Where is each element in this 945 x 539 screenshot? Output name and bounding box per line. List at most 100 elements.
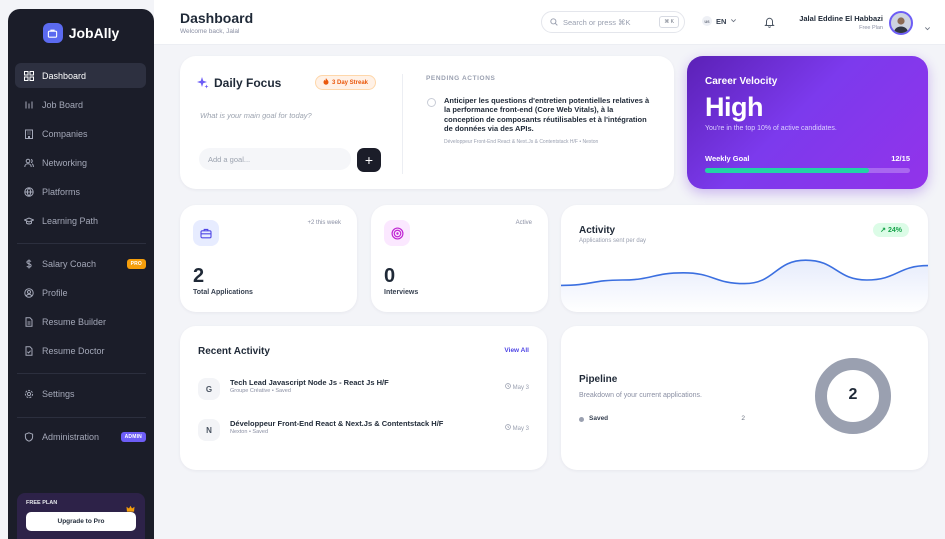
daily-focus-card: Daily Focus 3 Day Streak What is your ma… (180, 56, 674, 189)
sidebar-item-dashboard[interactable]: Dashboard (15, 63, 146, 88)
pending-action-checkbox[interactable] (427, 98, 436, 107)
add-goal-input[interactable] (199, 148, 351, 170)
chevron-down-icon (730, 17, 737, 26)
sidebar: JobAlly Dashboard Job Board Companies Ne… (8, 9, 154, 539)
job-date: May 3 (505, 424, 529, 432)
interviews-card[interactable]: Active 0 Interviews (371, 205, 548, 312)
document-check-icon (24, 345, 34, 356)
sidebar-item-label: Learning Path (42, 215, 99, 226)
bell-icon[interactable] (764, 15, 775, 33)
recent-activity-title: Recent Activity (198, 346, 270, 357)
job-meta: Nexton • Saved (230, 429, 269, 435)
total-applications-card[interactable]: +2 this week 2 Total Applications (180, 205, 357, 312)
search-input[interactable]: Search or press ⌘K ⌘ K (541, 11, 685, 33)
weekly-goal-label: Weekly Goal (705, 154, 750, 163)
sidebar-item-resume-doctor[interactable]: Resume Doctor (15, 338, 146, 363)
clock-icon (505, 424, 511, 432)
company-avatar: G (198, 378, 220, 400)
career-velocity-card: Career Velocity High You're in the top 1… (687, 56, 928, 189)
search-icon (550, 13, 558, 31)
sidebar-divider (17, 373, 146, 374)
pending-action-text: Anticiper les questions d'entretien pote… (444, 96, 650, 134)
applications-label: Total Applications (193, 289, 253, 296)
weekly-goal-progress-fill (705, 168, 869, 173)
users-icon (24, 158, 34, 168)
divider (402, 74, 403, 174)
pipeline-legend-item: Saved 2 (579, 415, 745, 425)
avatar[interactable] (889, 11, 913, 35)
chevron-down-icon[interactable] (924, 19, 931, 37)
sidebar-item-settings[interactable]: Settings (15, 381, 146, 406)
sidebar-item-platforms[interactable]: Platforms (15, 179, 146, 204)
applications-count: 2 (193, 265, 205, 287)
briefcase-icon (193, 220, 219, 246)
sidebar-item-label: Salary Coach (42, 258, 97, 269)
legend-label: Saved (589, 415, 609, 422)
building-icon (24, 129, 34, 139)
view-all-link[interactable]: View All (504, 347, 529, 354)
globe-icon (24, 186, 34, 197)
daily-focus-title: Daily Focus (214, 76, 282, 90)
language-label: EN (716, 16, 727, 26)
shield-icon (24, 431, 34, 442)
plan-label: FREE PLAN (26, 500, 58, 506)
language-selector[interactable]: us EN (702, 16, 737, 26)
sidebar-item-resume-builder[interactable]: Resume Builder (15, 309, 146, 334)
add-goal-button[interactable]: + (357, 148, 381, 172)
career-velocity-subtitle: You're in the top 10% of active candidat… (705, 125, 837, 132)
job-title: Tech Lead Javascript Node Js - React Js … (230, 378, 389, 387)
legend-dot (579, 417, 584, 422)
sidebar-item-administration[interactable]: Administration ADMIN (15, 424, 146, 449)
user-circle-icon (24, 287, 34, 298)
sidebar-item-label: Dashboard (42, 70, 87, 81)
legend-count: 2 (741, 415, 745, 422)
interviews-status-badge: Active (515, 220, 532, 226)
activity-area (561, 260, 928, 312)
trend-badge: ↗ 24% (873, 223, 909, 237)
sidebar-item-label: Profile (42, 287, 68, 298)
pipeline-subtitle: Breakdown of your current applications. (579, 392, 702, 399)
app-logo[interactable]: JobAlly (8, 21, 154, 45)
target-icon (384, 220, 410, 246)
interviews-count: 0 (384, 265, 396, 287)
plan-box: FREE PLAN Upgrade to Pro (17, 493, 145, 539)
gear-icon (24, 389, 34, 399)
list-item[interactable]: N Développeur Front-End React & Next.Js … (198, 417, 529, 443)
pipeline-card: Pipeline Breakdown of your current appli… (561, 326, 928, 470)
sidebar-item-label: Platforms (42, 186, 81, 197)
sidebar-item-companies[interactable]: Companies (15, 121, 146, 146)
job-board-icon (24, 100, 34, 110)
upgrade-button[interactable]: Upgrade to Pro (26, 512, 136, 531)
applications-weekly-badge: +2 this week (307, 220, 341, 226)
sidebar-item-profile[interactable]: Profile (15, 280, 146, 305)
dollar-icon (24, 259, 34, 269)
activity-card: Activity Applications sent per day ↗ 24% (561, 205, 928, 312)
sidebar-item-label: Settings (42, 388, 75, 399)
sidebar-item-job-board[interactable]: Job Board (15, 92, 146, 117)
main-goal-prompt[interactable]: What is your main goal for today? (200, 111, 312, 120)
interviews-label: Interviews (384, 289, 419, 296)
graduation-cap-icon (24, 216, 34, 226)
sidebar-item-networking[interactable]: Networking (15, 150, 146, 175)
date-label: May 3 (512, 426, 529, 432)
activity-chart (561, 259, 928, 312)
career-velocity-value: High (705, 92, 764, 122)
sidebar-item-label: Job Board (42, 99, 84, 110)
sidebar-item-label: Networking (42, 157, 88, 168)
user-plan: Free Plan (859, 25, 883, 31)
job-title: Développeur Front-End React & Next.Js & … (230, 419, 444, 428)
flag-icon: us (702, 16, 712, 26)
weekly-goal-value: 12/15 (891, 154, 910, 163)
list-item[interactable]: G Tech Lead Javascript Node Js - React J… (198, 376, 529, 402)
briefcase-logo-icon (42, 23, 63, 43)
app-name: JobAlly (68, 25, 120, 41)
top-header: Dashboard Welcome back, Jalal Search or … (154, 0, 945, 45)
sidebar-item-salary-coach[interactable]: Salary Coach PRO (15, 251, 146, 276)
sidebar-divider (17, 243, 146, 244)
flame-icon (323, 78, 329, 87)
sidebar-item-learning-path[interactable]: Learning Path (15, 208, 146, 233)
streak-badge: 3 Day Streak (315, 75, 377, 90)
sidebar-item-label: Resume Doctor (42, 345, 105, 356)
sparkle-icon (197, 76, 209, 94)
user-name: Jalal Eddine El Habbazi (799, 14, 883, 23)
